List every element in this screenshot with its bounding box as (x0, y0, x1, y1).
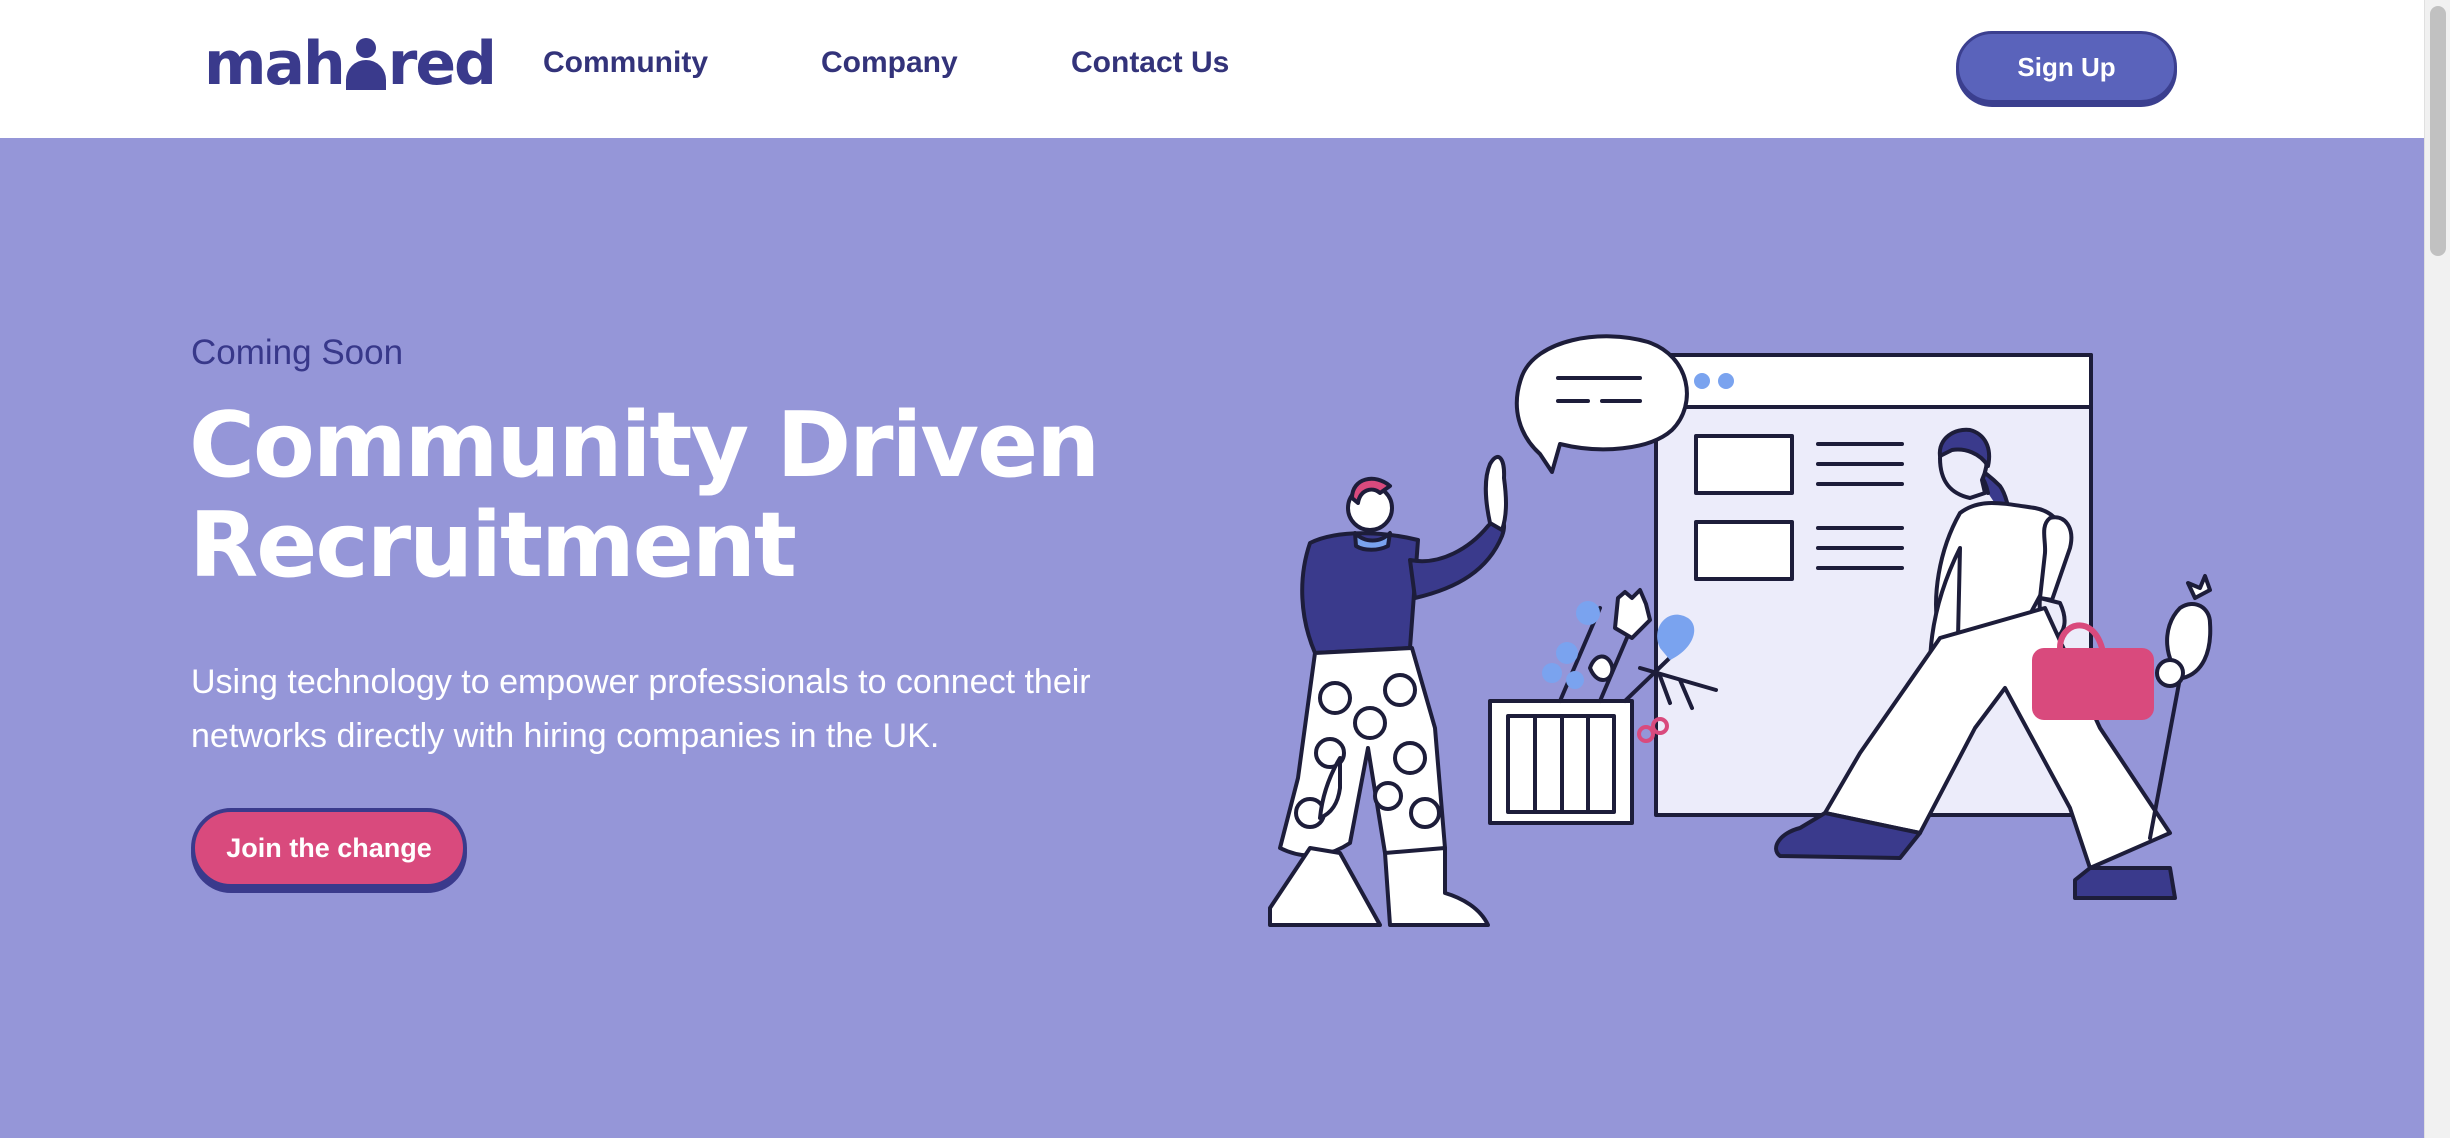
page-scrollbar[interactable] (2424, 0, 2450, 1138)
top-navbar: mah red Community Company Contact Us Sig… (0, 0, 2424, 138)
brand-logo[interactable]: mah red (204, 29, 497, 99)
man-waving-figure (1268, 455, 1508, 927)
logo-text-right: red (387, 29, 497, 99)
logo-person-icon (345, 36, 386, 92)
hero-title-line-1: Community Driven (189, 393, 1100, 498)
hero-eyebrow: Coming Soon (191, 333, 404, 372)
join-the-change-button[interactable]: Join the change (191, 808, 467, 888)
hero-section: Coming Soon Community Driven Recruitment… (0, 138, 2424, 1138)
hero-illustration (1268, 334, 2213, 927)
sign-up-button[interactable]: Sign Up (1956, 31, 2177, 103)
hero-title-line-2: Recruitment (189, 493, 797, 598)
hero-description: Using technology to empower professional… (191, 663, 1091, 755)
scrollbar-thumb[interactable] (2430, 6, 2446, 256)
logo-text-left: mah (204, 29, 346, 99)
nav-link-community[interactable]: Community (543, 46, 708, 80)
nav-link-company[interactable]: Company (821, 46, 958, 80)
hero-title: Community Driven Recruitment (189, 396, 1189, 596)
tulip-graphic (2148, 574, 2213, 840)
nav-link-contact-us[interactable]: Contact Us (1071, 46, 1229, 80)
